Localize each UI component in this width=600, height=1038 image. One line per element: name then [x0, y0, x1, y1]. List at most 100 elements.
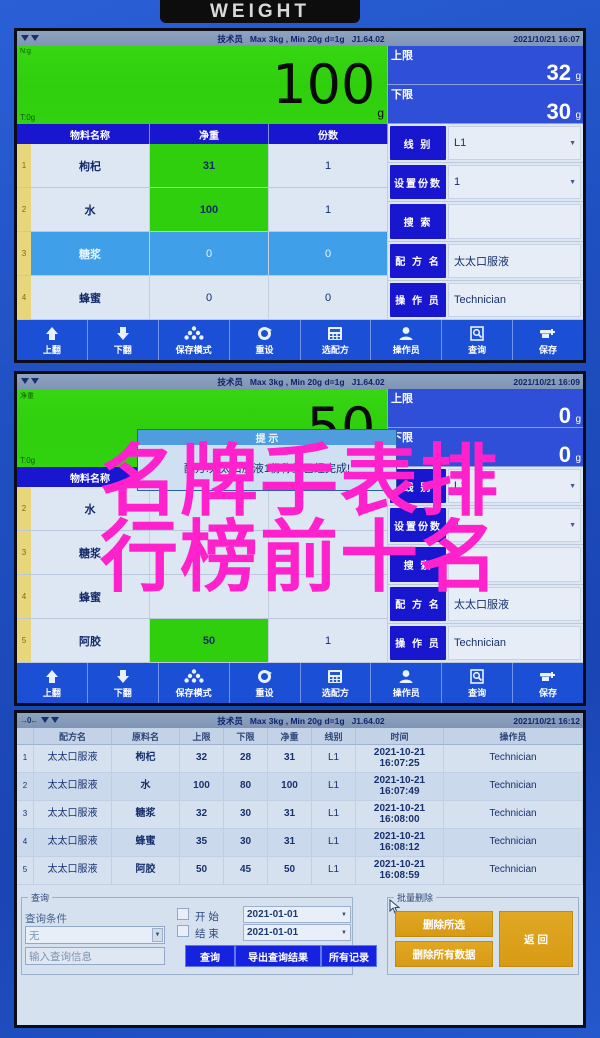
chevron-down-icon[interactable]: ▼	[569, 522, 576, 529]
material-table-1: 物料名称 净重 份数 1 枸杞 31 1 2 水 100 1 3 糖浆 0 0 4 蜂蜜 0 0	[17, 124, 388, 320]
cell-material: 糖浆	[112, 801, 180, 829]
delete-selected-button[interactable]: 删除所选	[395, 911, 493, 937]
cell-quantity	[269, 575, 388, 618]
chevron-down-icon[interactable]: ▼	[569, 140, 576, 147]
upper-limit-value-2: 0	[558, 403, 571, 428]
cell-quantity	[269, 531, 388, 574]
field-value[interactable]: 1 ▼	[448, 165, 581, 200]
toolbar-button-stack[interactable]: 保存模式	[159, 663, 230, 703]
toolbar-button-refresh[interactable]: 重设	[230, 320, 301, 360]
toolbar-button-calculator[interactable]: 选配方	[301, 663, 372, 703]
table-row[interactable]: 5 太太口服液 阿胶 50 45 50 L1 2021-10-21 16:08:59 Techni…	[17, 857, 583, 885]
cell-material-name: 水	[31, 487, 150, 530]
upper-limit-box-2[interactable]: 上限 0 g	[388, 389, 583, 428]
cell-material-name: 蜂蜜	[31, 575, 150, 618]
field-row[interactable]: 配 方 名太太口服液	[388, 585, 583, 624]
field-row[interactable]: 线 别 L1 ▼	[388, 467, 583, 507]
table-row[interactable]: 1 太太口服液 枸杞 32 28 31 L1 2021-10-21 16:07:25 Techni…	[17, 745, 583, 773]
table-row[interactable]: 3 太太口服液 糖浆 32 30 31 L1 2021-10-21 16:08:00 Techni…	[17, 801, 583, 829]
delete-all-button[interactable]: 删除所有数据	[395, 941, 493, 967]
status-capacity-3: Max 3kg , Min 20g d=1g	[249, 715, 345, 726]
field-row[interactable]: 设置份数 1 ▼	[388, 163, 583, 203]
dialog-message: 配方:太太口服液1份称重已经完成!	[138, 445, 396, 490]
field-row[interactable]: 搜 索	[388, 545, 583, 585]
completion-dialog: 提 示 配方:太太口服液1份称重已经完成!	[137, 429, 397, 491]
cell-net-weight: 0	[150, 232, 269, 275]
search-doc-icon	[469, 668, 485, 685]
field-value[interactable]	[448, 547, 581, 582]
lower-limit-box-2[interactable]: 下限 0 g	[388, 428, 583, 467]
table-row[interactable]: 4 蜂蜜 0 0	[17, 276, 388, 320]
table-row[interactable]: 2 太太口服液水 100 80 100 L1 2021-10-21 16:07:49 Techn…	[17, 773, 583, 801]
field-row[interactable]: 操 作 员 Technician	[388, 624, 583, 664]
back-button[interactable]: 返 回	[499, 911, 573, 967]
net-label-2: 净重	[20, 393, 34, 400]
chevron-down-icon[interactable]: ▼	[341, 912, 347, 918]
row-index: 5	[17, 857, 34, 885]
cell-material: 水	[112, 773, 180, 801]
field-label: 操 作 员	[390, 282, 446, 318]
start-date-checkbox[interactable]	[177, 908, 189, 920]
query-button[interactable]: 查询	[185, 945, 235, 967]
toolbar-button-arrow-down[interactable]: 下翻	[88, 320, 159, 360]
toolbar-button-save-plus[interactable]: 保存	[513, 320, 583, 360]
cell-net: 31	[268, 829, 312, 857]
toolbar-button-search-doc[interactable]: 查询	[442, 663, 514, 703]
start-date-picker[interactable]: 2021-01-01 ▼	[243, 906, 351, 923]
toolbar-button-refresh[interactable]: 重设	[230, 663, 301, 703]
end-date-value: 2021-01-01	[247, 927, 299, 938]
row-index: 2	[17, 487, 31, 530]
toolbar-button-user[interactable]: 操作员	[371, 663, 443, 703]
cell-lower: 28	[224, 745, 268, 773]
field-row[interactable]: 操 作 员 Technician	[388, 281, 583, 321]
field-value[interactable]: 太太口服液	[448, 243, 581, 278]
chevron-down-icon[interactable]: ▼	[152, 928, 163, 942]
query-condition-select[interactable]: 无 ▼	[25, 926, 165, 944]
export-results-button[interactable]: 导出查询结果	[235, 945, 321, 967]
table-row[interactable]: 1 枸杞 31 1	[17, 144, 388, 188]
field-row[interactable]: 搜 索	[388, 202, 583, 242]
status-datetime-3: 2021/10/21 16:12	[513, 715, 580, 726]
table-row[interactable]: 4 太太口服液 蜂蜜 35 30 31 L1 2021-10-21 16:08:12 Techni…	[17, 829, 583, 857]
field-value[interactable]: 1 ▼	[448, 508, 581, 543]
table-row[interactable]: 4 蜂蜜	[17, 575, 388, 619]
field-value[interactable]: L1 ▼	[448, 469, 581, 504]
toolbar-button-arrow-up[interactable]: 上翻	[17, 663, 88, 703]
cell-recipe: 太太口服液	[34, 829, 112, 857]
query-info-input[interactable]: 输入查询信息	[25, 947, 165, 965]
chevron-down-icon[interactable]: ▼	[569, 179, 576, 186]
index-header-1	[17, 124, 31, 144]
table-row[interactable]: 5 阿胶 50 1	[17, 619, 388, 663]
toolbar-button-arrow-up[interactable]: 上翻	[17, 320, 88, 360]
field-value[interactable]: 太太口服液	[448, 586, 581, 621]
field-value[interactable]	[448, 204, 581, 239]
upper-limit-box-1[interactable]: 上限 32 g	[388, 46, 583, 85]
toolbar-button-search-doc[interactable]: 查询	[442, 320, 514, 360]
status-bar-1: 技术员 Max 3kg , Min 20g d=1g J1.64.02 2021…	[17, 31, 583, 46]
toolbar-button-user[interactable]: 操作员	[371, 320, 443, 360]
field-row[interactable]: 设置份数 1 ▼	[388, 506, 583, 546]
toolbar-button-arrow-down[interactable]: 下翻	[88, 663, 159, 703]
toolbar-2: 上翻 下翻 保存模式 重设 选配方 操作员 查询 保存	[17, 663, 583, 703]
col-header-name-2: 物料名称	[31, 467, 150, 487]
end-date-checkbox[interactable]	[177, 925, 189, 937]
field-value[interactable]: Technician	[448, 282, 581, 318]
end-date-picker[interactable]: 2021-01-01 ▼	[243, 924, 351, 941]
field-value[interactable]: L1 ▼	[448, 126, 581, 161]
toolbar-button-calculator[interactable]: 选配方	[301, 320, 372, 360]
chevron-down-icon[interactable]: ▼	[569, 483, 576, 490]
table-row[interactable]: 2水	[17, 487, 388, 531]
chevron-down-icon[interactable]: ▼	[341, 930, 347, 936]
lower-limit-box-1[interactable]: 下限 30 g	[388, 85, 583, 124]
table-row[interactable]: 3 糖浆 0 0	[17, 232, 388, 276]
table-row[interactable]: 2 水 100 1	[17, 188, 388, 232]
field-row[interactable]: 配 方 名太太口服液	[388, 242, 583, 281]
toolbar-button-save-plus[interactable]: 保存	[513, 663, 583, 703]
row-index: 1	[17, 144, 31, 187]
toolbar-button-stack[interactable]: 保存模式	[159, 320, 230, 360]
status-operator-1: 技术员	[217, 33, 243, 44]
all-records-button[interactable]: 所有记录	[321, 945, 377, 967]
table-row[interactable]: 3 糖浆	[17, 531, 388, 575]
field-value[interactable]: Technician	[448, 625, 581, 661]
field-row[interactable]: 线 别 L1 ▼	[388, 124, 583, 164]
